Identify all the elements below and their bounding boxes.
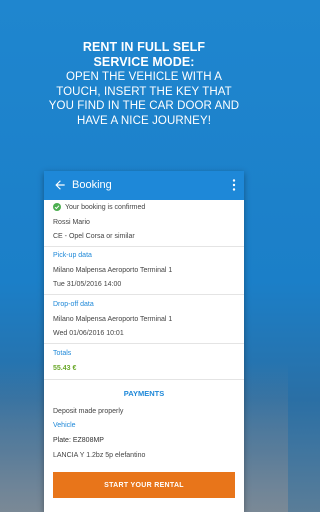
vehicle-model: LANCIA Y 1.2bz 5p elefantino	[53, 452, 146, 459]
headline-line4: TOUCH, INSERT THE KEY THAT	[56, 85, 232, 98]
dropoff-label: Drop-off data	[53, 301, 94, 308]
headline-line6: HAVE A NICE JOURNEY!	[76, 114, 212, 127]
vehicle-class: CE - Opel Corsa or similar	[53, 233, 135, 240]
vehicle-label: Vehicle	[53, 422, 76, 429]
start-rental-button[interactable]: START YOUR RENTAL	[53, 472, 235, 498]
divider	[44, 246, 244, 247]
pickup-time: Tue 31/05/2016 14:00	[53, 281, 122, 288]
headline-line5: YOU FIND IN THE CAR DOOR AND	[48, 100, 240, 112]
headline-line1: RENT IN FULL SELF	[82, 40, 206, 54]
booking-status: Your booking is confirmed	[53, 203, 145, 211]
check-circle-icon	[53, 203, 61, 211]
customer-name: Rossi Mario	[53, 219, 90, 226]
totals-value: 55.43 €	[53, 365, 77, 372]
pickup-location: Milano Malpensa Aeroporto Terminal 1	[53, 267, 173, 274]
divider	[44, 343, 244, 344]
booking-card: Booking Your booking is confirmed Rossi …	[44, 171, 244, 512]
divider	[44, 379, 244, 380]
dropoff-time: Wed 01/06/2016 10:01	[53, 330, 124, 337]
headline-line2: SERVICE MODE:	[93, 55, 195, 69]
headline-line3: OPEN THE VEHICLE WITH A	[65, 71, 223, 83]
promo-headline: RENT IN FULL SELF SERVICE MODE: OPEN THE…	[0, 40, 288, 128]
payments-heading: PAYMENTS	[123, 389, 165, 398]
deposit-status: Deposit made properly	[53, 408, 124, 415]
dropoff-location: Milano Malpensa Aeroporto Terminal 1	[53, 316, 173, 323]
totals-label: Totals	[53, 350, 72, 357]
app-bar: Booking	[44, 171, 244, 200]
vehicle-plate: Plate: EZ808MP	[53, 437, 104, 444]
pickup-label: Pick-up data	[53, 252, 92, 259]
arrow-left-icon[interactable]	[53, 178, 67, 192]
page-title: Booking	[72, 179, 112, 191]
booking-status-text: Your booking is confirmed	[65, 203, 146, 211]
more-vert-icon[interactable]	[232, 179, 236, 191]
divider	[44, 294, 244, 295]
